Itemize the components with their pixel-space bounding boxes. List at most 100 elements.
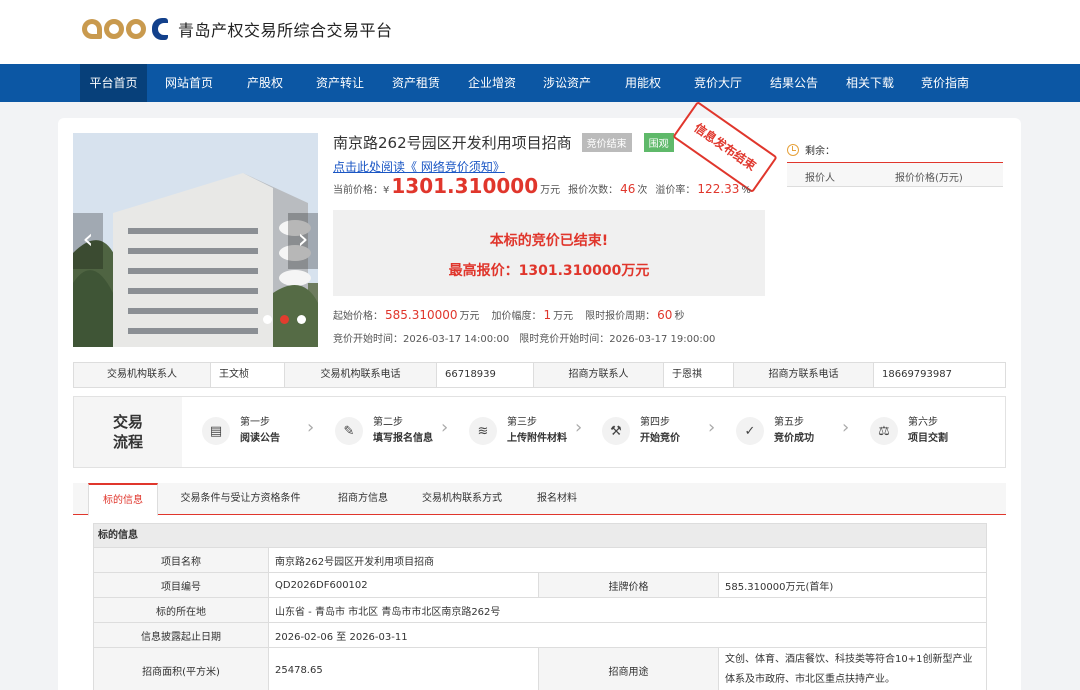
field-label: 挂牌价格 [539,573,719,597]
current-price-unit: 万元 [540,185,561,196]
chevron-right-icon: › [307,417,315,438]
status-badge: 竞价结束 [581,132,632,152]
cycle-label: 限时报价周期： [585,311,656,322]
top-header: 青岛产权交易所综合交易平台 [0,0,1080,64]
project-title-row: 南京路262号园区开发利用项目招商 竞价结束 围观 [333,131,674,153]
carousel-next-button[interactable]: › [288,213,318,269]
premium-label: 溢价率： [655,185,696,196]
step-number: 第五步 [774,417,804,428]
bidding-ended-text: 本标的竞价已结束! [489,233,609,249]
nav-bidding-hall[interactable]: 竞价大厅 [685,64,751,102]
main-nav: 平台首页 网站首页 产股权 资产转让 资产租赁 企业增资 涉讼资产 用能权 竞价… [0,64,1080,102]
contact-label: 招商方联系人 [534,363,664,387]
field-label: 标的所在地 [94,598,269,622]
platform-logo[interactable]: 青岛产权交易所综合交易平台 [82,14,393,44]
edit-icon: ✎ [335,417,363,445]
bidder-column-header: 报价人 [805,173,835,184]
nav-asset-lease[interactable]: 资产租赁 [383,64,449,102]
process-title-line2: 流程 [112,433,143,451]
project-name-value: 南京路262号园区开发利用项目招商 [275,556,435,568]
bid-price-column-header: 报价价格(万元) [895,173,963,184]
carousel-prev-button[interactable]: ‹ [73,213,103,269]
clock-icon [787,143,799,156]
highest-bid-text: 最高报价：1301.310000万元 [448,263,650,279]
field-label: 信息披露起止日期 [94,623,269,647]
table-row: 项目编号 QD2026DF600102 挂牌价格 585.310000万元(首年… [94,573,986,598]
bidding-result-box: 本标的竞价已结束! 最高报价：1301.310000万元 [333,210,765,296]
bid-start-time: 竞价开始时间：2026-03-17 14:00:00 [333,334,510,345]
increment-unit: 万元 [553,311,574,322]
process-title-line1: 交易 [112,413,143,431]
contact-label: 交易机构联系电话 [285,363,437,387]
step-name: 项目交割 [908,433,948,444]
process-step-2: ✎ 第二步 填写报名信息 [335,415,433,447]
document-icon: ▤ [202,417,230,445]
chevron-right-icon: › [575,417,583,438]
location-value: 山东省 - 青岛市 市北区 青岛市市北区南京路262号 [275,606,501,618]
start-price-unit: 万元 [459,311,480,322]
field-label: 项目编号 [94,573,269,597]
step-number: 第六步 [908,417,938,428]
project-photo-carousel: ‹ › [73,133,318,347]
nav-bidding-guide[interactable]: 竞价指南 [912,64,978,102]
carousel-dot-active[interactable] [280,315,289,324]
table-row: 项目名称 南京路262号园区开发利用项目招商 [94,548,986,573]
tab-subject-info[interactable]: 标的信息 [88,483,158,516]
carousel-dot[interactable] [263,315,272,324]
chevron-right-icon: › [842,417,850,438]
watch-badge[interactable]: 围观 [643,132,674,152]
tab-registration-materials[interactable]: 报名材料 [526,483,588,515]
start-price-value: 585.310000 [385,308,458,322]
disclosure-period-value: 2026-02-06 至 2026-03-11 [275,631,408,643]
cycle-unit: 秒 [674,311,685,322]
bid-rules-line: 起始价格： 585.310000 万元 加价幅度： 1 万元 限时报价周期： 6… [333,307,684,322]
step-number: 第一步 [240,417,270,428]
nav-asset-transfer[interactable]: 资产转让 [307,64,373,102]
bid-count-unit: 次 [637,185,648,196]
subject-info-table: 标的信息 项目名称 南京路262号园区开发利用项目招商 项目编号 QD2026D… [93,523,987,690]
step-name: 竞价成功 [774,433,814,444]
cycle-value: 60 [657,308,673,322]
table-row: 招商面积(平方米) 25478.65 招商用途 文创、体育、酒店餐饮、科技类等符… [94,648,986,690]
tab-agency-contact[interactable]: 交易机构联系方式 [411,483,513,515]
carousel-dots [263,315,306,324]
tab-investor-info[interactable]: 招商方信息 [325,483,401,515]
process-step-1: ▤ 第一步 阅读公告 [202,415,280,447]
step-number: 第二步 [373,417,403,428]
chevron-right-icon: › [441,417,449,438]
process-step-4: ⚒ 第四步 开始竞价 [602,415,680,447]
nav-litigation-assets[interactable]: 涉讼资产 [534,64,600,102]
tab-trade-conditions[interactable]: 交易条件与受让方资格条件 [168,483,313,515]
carousel-dot[interactable] [297,315,306,324]
contact-label: 交易机构联系人 [74,363,211,387]
usage-value: 文创、体育、酒店餐饮、科技类等符合10+1创新型产业体系及市政府、市北区重点扶持… [725,654,973,685]
list-price-value: 585.310000万元(首年) [725,581,834,593]
current-price-value: 1301.310000 [391,174,539,198]
table-row: 标的所在地 山东省 - 青岛市 市北区 青岛市市北区南京路262号 [94,598,986,623]
remaining-time: 剩余： [787,142,835,157]
scale-icon: ⚖ [870,417,898,445]
step-name: 开始竞价 [640,433,680,444]
process-step-5: ✓ 第五步竞价成功 [736,415,814,447]
platform-name: 青岛产权交易所综合交易平台 [178,21,393,40]
step-number: 第四步 [640,417,670,428]
timed-bid-start-time: 限时竞价开始时间：2026-03-17 19:00:00 [519,334,716,345]
nav-equity[interactable]: 产股权 [232,64,298,102]
nav-capital-increase[interactable]: 企业增资 [459,64,525,102]
premium-value: 122.33 [697,182,740,196]
nav-result-notice[interactable]: 结果公告 [761,64,827,102]
nav-downloads[interactable]: 相关下载 [837,64,903,102]
process-title: 交易 流程 [74,397,182,467]
project-code-value: QD2026DF600102 [269,573,539,597]
contact-label: 招商方联系电话 [734,363,874,387]
field-label: 项目名称 [94,548,269,572]
nav-platform-home[interactable]: 平台首页 [80,64,147,102]
price-summary: 当前价格：¥ 1301.310000 万元 报价次数： 46 次 溢价率： 12… [333,174,751,200]
transaction-process: 交易 流程 ▤ 第一步 阅读公告 › ✎ 第二步 填写报名信息 › ≋ 第三步 上传附… [73,396,1006,468]
check-icon: ✓ [736,417,764,445]
database-icon: ≋ [469,417,497,445]
bid-time-line: 竞价开始时间：2026-03-17 14:00:00 限时竞价开始时间：2026… [333,330,715,345]
bidding-notice-link[interactable]: 点击此处阅读《 网络竞价须知》 [333,158,505,175]
nav-site-home[interactable]: 网站首页 [156,64,222,102]
nav-energy-rights[interactable]: 用能权 [610,64,676,102]
